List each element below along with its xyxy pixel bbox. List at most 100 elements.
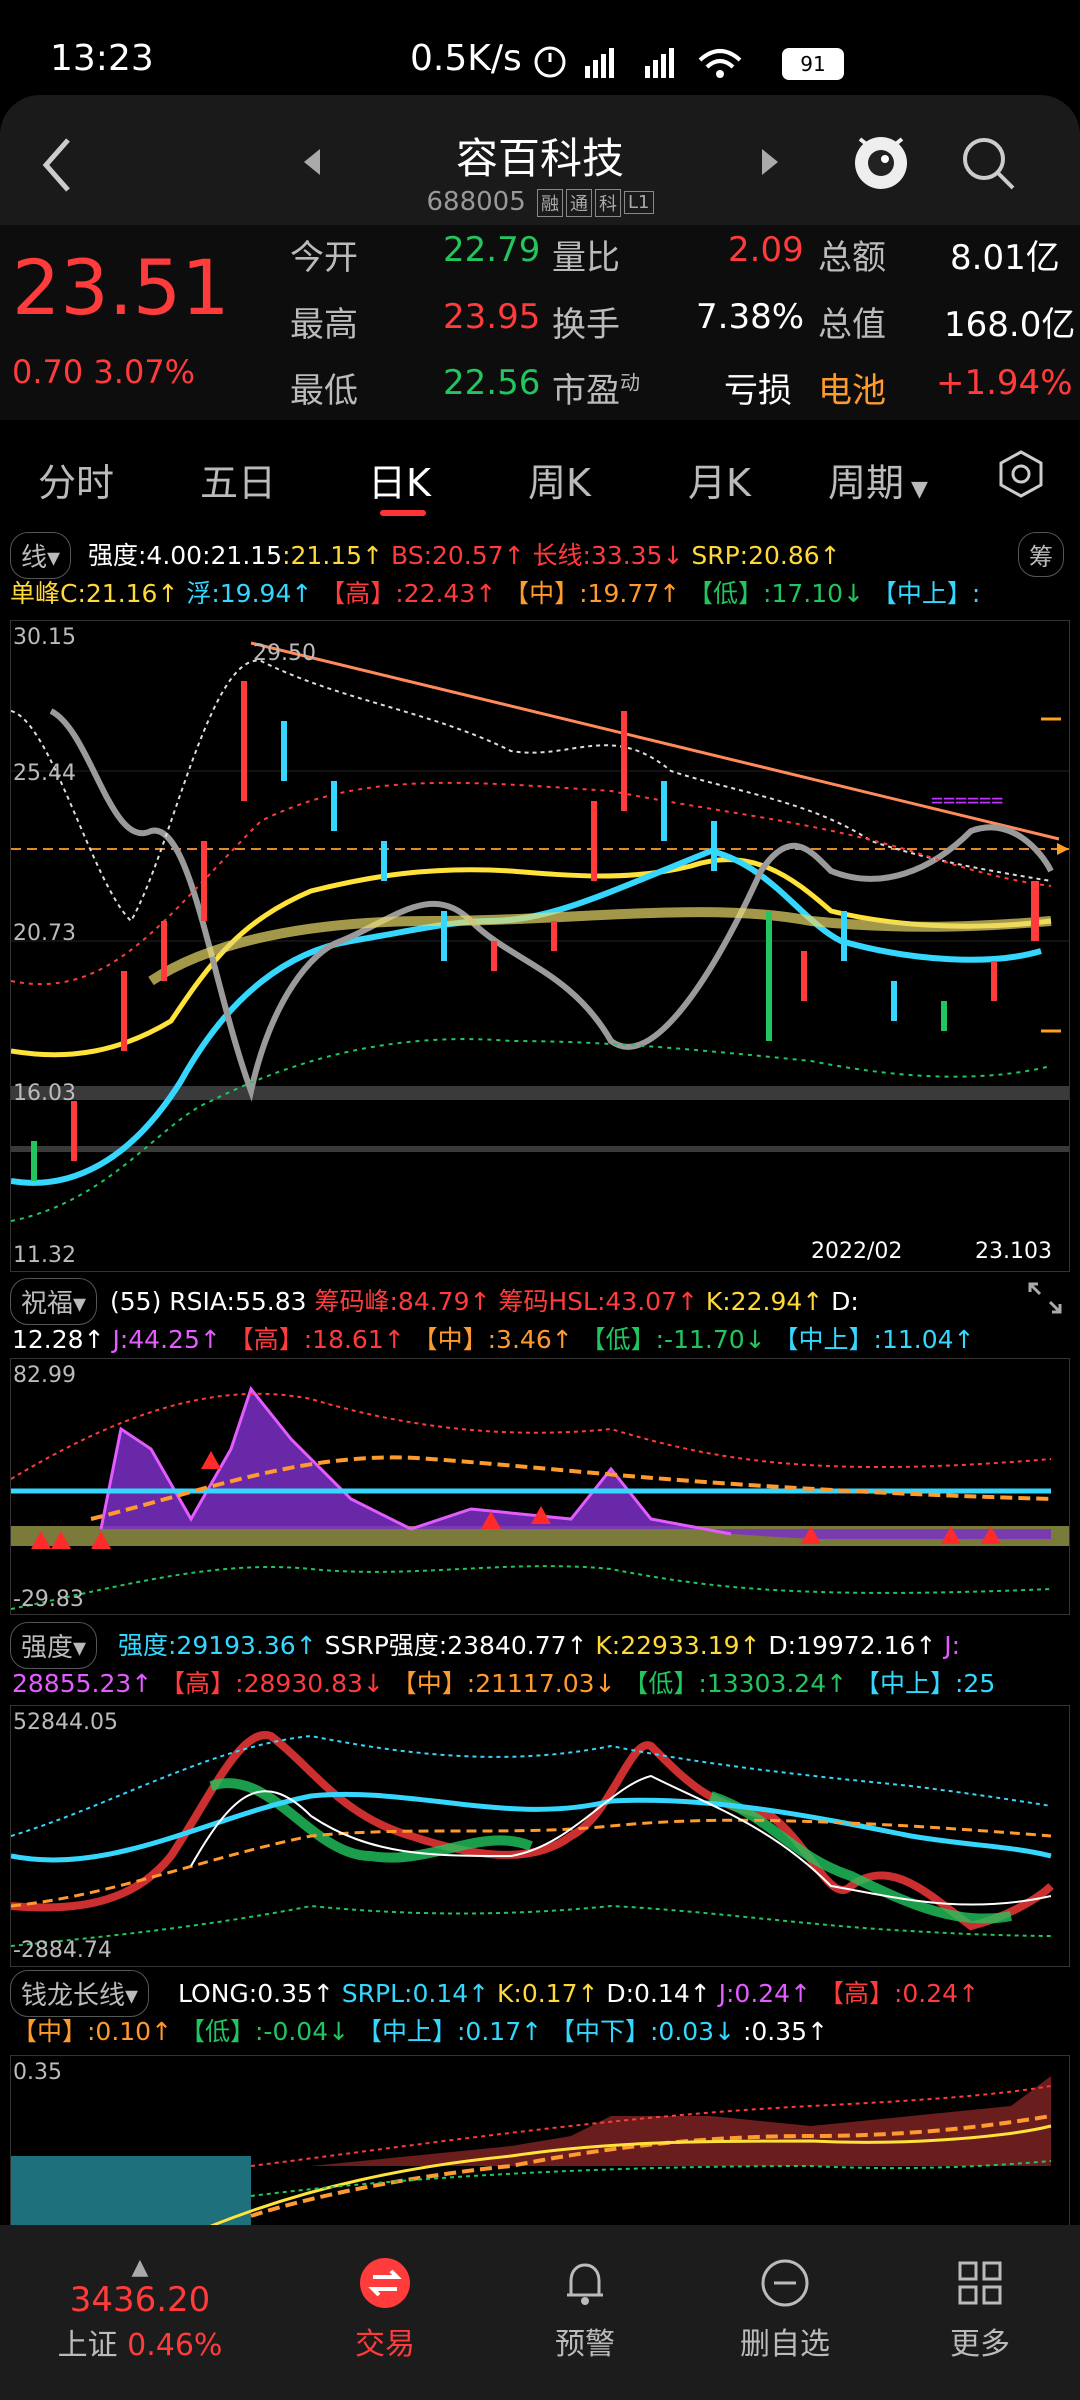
index-name: 上证	[57, 2328, 118, 2363]
tab-five-day[interactable]: 五日	[200, 452, 276, 507]
open-label: 今开	[290, 238, 358, 278]
sector-name[interactable]: 电池	[818, 363, 886, 412]
alert-button[interactable]: 预警	[505, 2255, 665, 2363]
high-value: 23.95	[443, 297, 541, 337]
sub1-line2: 12.28↑ J:44.25↑ 【高】:18.61↑ 【中】:3.46↑ 【低】…	[12, 1320, 974, 1356]
sub3-mid-lower: 【中下】:0.03↓	[542, 2017, 736, 2046]
sub2-axis-top: 52844.05	[13, 1710, 118, 1735]
status-time: 13:23	[50, 38, 154, 79]
axis-label-2: 25.44	[13, 761, 76, 786]
sub1-selector[interactable]: 祝福▾	[10, 1278, 98, 1325]
sub3-srpl: SRPL:0.14↑	[333, 1979, 490, 2008]
pe-value: 亏损	[724, 371, 792, 411]
main-indicator-selector[interactable]: 线▾	[10, 532, 72, 579]
sub1-header: 祝福▾ (55) RSIA:55.83 筹码峰:84.79↑ 筹码HSL:43.…	[10, 1278, 1070, 1356]
tab-period[interactable]: 周期 ▼	[828, 452, 928, 507]
sub2-line1: 强度:29193.36↑ SSRP强度:23840.77↑ K:22933.19…	[118, 1626, 960, 1662]
open-value: 22.79	[443, 230, 541, 270]
sub1-j: J:44.25↑	[104, 1325, 221, 1354]
expand-icon[interactable]	[1022, 1278, 1068, 1318]
sub2-header: 强度▾ 强度:29193.36↑ SSRP强度:23840.77↑ K:2293…	[10, 1622, 1070, 1700]
tab-intraday[interactable]: 分时	[38, 452, 114, 507]
sub1-chart[interactable]: 82.99 -29.83	[10, 1358, 1070, 1615]
sub1-rsia: (55) RSIA:55.83	[110, 1287, 307, 1316]
sub2-line2: 28855.23↑ 【高】:28930.83↓ 【中】:21117.03↓ 【低…	[12, 1664, 995, 1700]
sub1-line1: (55) RSIA:55.83 筹码峰:84.79↑ 筹码HSL:43.07↑ …	[110, 1282, 859, 1318]
axis-label-4: 16.03	[13, 1081, 76, 1106]
sector-change[interactable]: +1.94%	[936, 363, 1073, 403]
more-button[interactable]: 更多	[900, 2255, 1060, 2363]
index-ticker[interactable]: ▲ 3436.20 上证 0.46%	[40, 2255, 240, 2364]
sub2-selector[interactable]: 强度▾	[10, 1622, 98, 1669]
tab-monthly-k[interactable]: 月K	[688, 452, 751, 507]
sub2-high: 【高】:28930.83↓	[152, 1669, 384, 1698]
peak-price-label: 29.50	[253, 641, 316, 666]
sub2-selector-label: 强度	[21, 1633, 74, 1663]
sub2-j-value: 28855.23↑	[12, 1669, 153, 1698]
tag-ke: 科	[595, 188, 622, 217]
sub3-chart[interactable]: 0.35	[10, 2055, 1070, 2227]
sub2-j-label: J:	[936, 1631, 961, 1660]
sub1-chip-peak: 筹码峰:84.79↑	[306, 1287, 491, 1316]
low-label: 最低	[290, 371, 358, 411]
minus-circle-icon	[761, 2259, 809, 2307]
sub1-d-value: 12.28↑	[12, 1325, 105, 1354]
turnover-amount-value: 8.01亿	[950, 238, 1060, 278]
next-stock-icon[interactable]	[758, 147, 782, 177]
sub3-header: 钱龙长线▾ LONG:0.35↑ SRPL:0.14↑ K:0.17↑ D:0.…	[10, 1970, 1070, 2046]
ind-val2: :21.15↑	[282, 541, 384, 570]
sub3-selector[interactable]: 钱龙长线▾	[10, 1970, 150, 2017]
settings-hexagon-icon[interactable]	[995, 448, 1047, 500]
vol-ratio-label: 量比	[552, 238, 620, 278]
vol-ratio-value: 2.09	[728, 230, 804, 270]
remove-watchlist-button[interactable]: 删自选	[705, 2255, 865, 2363]
trade-button[interactable]: 交易	[305, 2255, 465, 2363]
chip-distribution-button[interactable]: 筹	[1018, 532, 1064, 577]
sub1-high: 【高】:18.61↑	[220, 1325, 405, 1354]
sub2-mid: 【中】:21117.03↓	[383, 1669, 616, 1698]
market-cap-value: 168.0亿	[944, 305, 1076, 345]
turnover-amount-label: 总额	[818, 238, 886, 278]
sub1-k: K:22.94↑	[697, 1287, 824, 1316]
ind-mid: 【中】:19.77↑	[496, 579, 681, 608]
net-speed: 0.5K/s	[410, 38, 522, 79]
last-price-label: 23.103	[975, 1239, 1052, 1264]
ind-strength: 强度:4.00	[88, 541, 203, 570]
turnover-rate-label: 换手	[552, 305, 620, 345]
market-cap-label: 总值	[818, 305, 886, 345]
main-indicator-header: 线▾ 强度:4.00:21.15:21.15↑ BS:20.57↑ 长线:33.…	[10, 530, 1070, 610]
tag-tong: 通	[566, 188, 593, 217]
date-label: 2022/02	[811, 1239, 903, 1264]
trade-icon	[360, 2258, 410, 2308]
sub2-canvas	[11, 1731, 1054, 1947]
sub3-last: :0.35↑	[735, 2017, 829, 2046]
quote-panel: 23.51 0.70 3.07% 今开 22.79 量比 2.09 总额 8.0…	[0, 225, 1080, 420]
low-value: 22.56	[443, 363, 541, 403]
main-indicator-line2: 单峰C:21.16↑ 浮:19.94↑ 【高】:22.43↑ 【中】:19.77…	[10, 574, 980, 610]
sub3-j: J:0.24↑	[710, 1979, 812, 2008]
sub3-line1: LONG:0.35↑ SRPL:0.14↑ K:0.17↑ D:0.14↑ J:…	[178, 1974, 979, 2010]
ind-single-peak: 单峰C:21.16↑	[10, 579, 179, 608]
status-icons	[534, 46, 742, 78]
mascot-icon[interactable]	[848, 125, 914, 195]
search-icon[interactable]	[958, 133, 1018, 193]
ind-val1: :21.15	[202, 541, 283, 570]
sub1-selector-label: 祝福	[21, 1289, 74, 1319]
high-label: 最高	[290, 305, 358, 345]
kline-chart[interactable]: ====== 30.15 25.44 20.73 16.03 11.32 29.…	[10, 620, 1070, 1272]
ind-mid-upper: 【中上】:	[863, 579, 981, 608]
sub1-axis-top: 82.99	[13, 1363, 76, 1388]
bottom-tab-bar: ▲ 3436.20 上证 0.46% 交易 预警 删自选 更多	[0, 2225, 1080, 2400]
sub1-low: 【低】:-11.70↓	[572, 1325, 766, 1354]
sub3-d: D:0.14↑	[598, 1979, 711, 2008]
sub2-chart[interactable]: 52844.05 -2884.74	[10, 1705, 1070, 1967]
alert-label: 预警	[555, 2327, 615, 2362]
pe-label: 市盈动	[552, 363, 640, 412]
ind-longline: 长线:33.35↓	[524, 541, 684, 570]
remove-watchlist-label: 删自选	[740, 2327, 830, 2362]
sub2-strength: 强度:29193.36↑	[118, 1631, 317, 1660]
turnover-rate-value: 7.38%	[696, 297, 805, 337]
change-pct: 3.07%	[93, 353, 196, 391]
tab-daily-k[interactable]: 日K	[368, 452, 431, 507]
tab-weekly-k[interactable]: 周K	[528, 452, 591, 507]
